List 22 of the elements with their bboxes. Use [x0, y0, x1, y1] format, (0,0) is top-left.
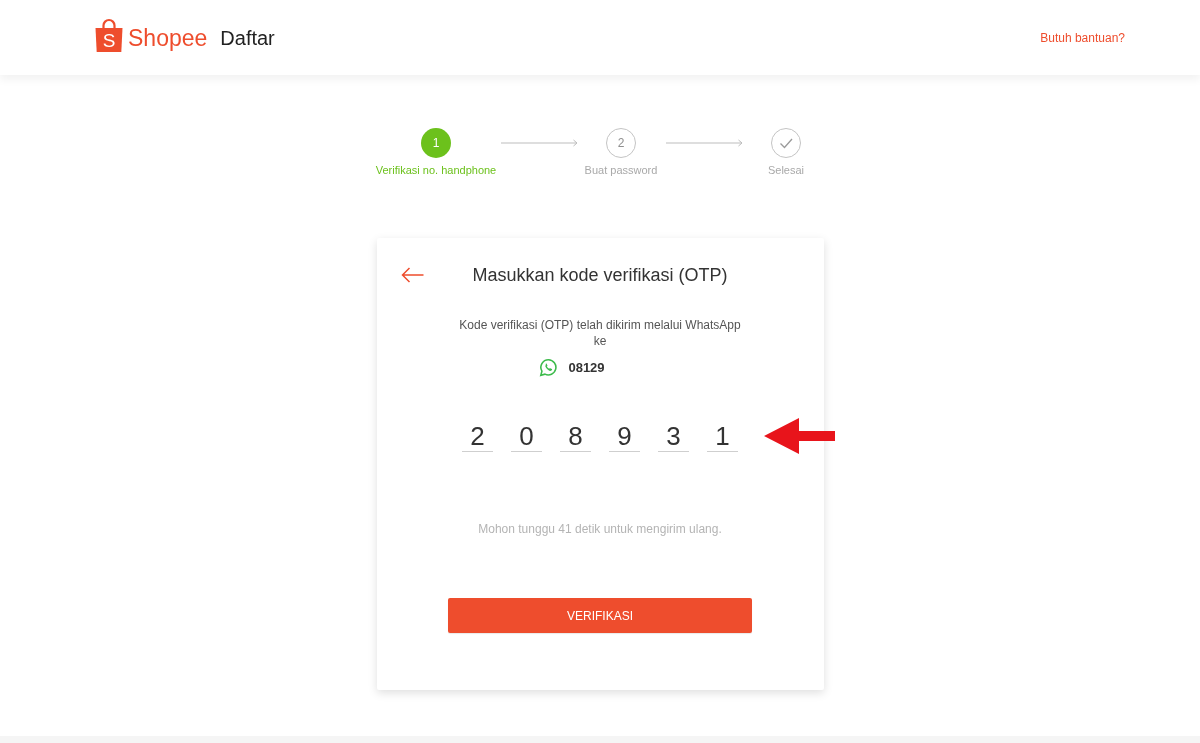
otp-digit-field[interactable]: 1 [707, 422, 738, 452]
page-title: Daftar [220, 25, 275, 51]
step-label: Buat password [584, 164, 658, 177]
step-label: Verifikasi no. handphone [375, 164, 497, 177]
otp-digit-field[interactable]: 3 [658, 422, 689, 452]
phone-chat-bubble-icon [539, 357, 559, 377]
phone-number: 08129 [568, 359, 605, 375]
brand-name: Shopee [128, 23, 208, 52]
otp-digit-field[interactable]: 8 [560, 422, 591, 452]
left-arrow-icon[interactable] [400, 267, 424, 283]
otp-digit-field[interactable]: 9 [609, 422, 640, 452]
otp-message: Kode verifikasi (OTP) telah dikirim melalui WhatsApp ke [458, 317, 742, 349]
otp-digit-field[interactable]: 0 [511, 422, 542, 452]
step-label: Selesai [767, 164, 805, 177]
pointer-arrow [764, 418, 835, 454]
otp-digit-field[interactable]: 2 [462, 422, 493, 452]
card-title: Masukkan kode verifikasi (OTP) [471, 264, 729, 286]
verify-button[interactable]: VERIFIKASI [448, 598, 752, 633]
help-link[interactable]: Butuh bantuan? [1040, 30, 1125, 45]
resend-note: Mohon tunggu 41 detik untuk mengirim ulang. [477, 521, 723, 537]
step-number: 2 [606, 128, 636, 158]
step-number: 1 [421, 128, 451, 158]
